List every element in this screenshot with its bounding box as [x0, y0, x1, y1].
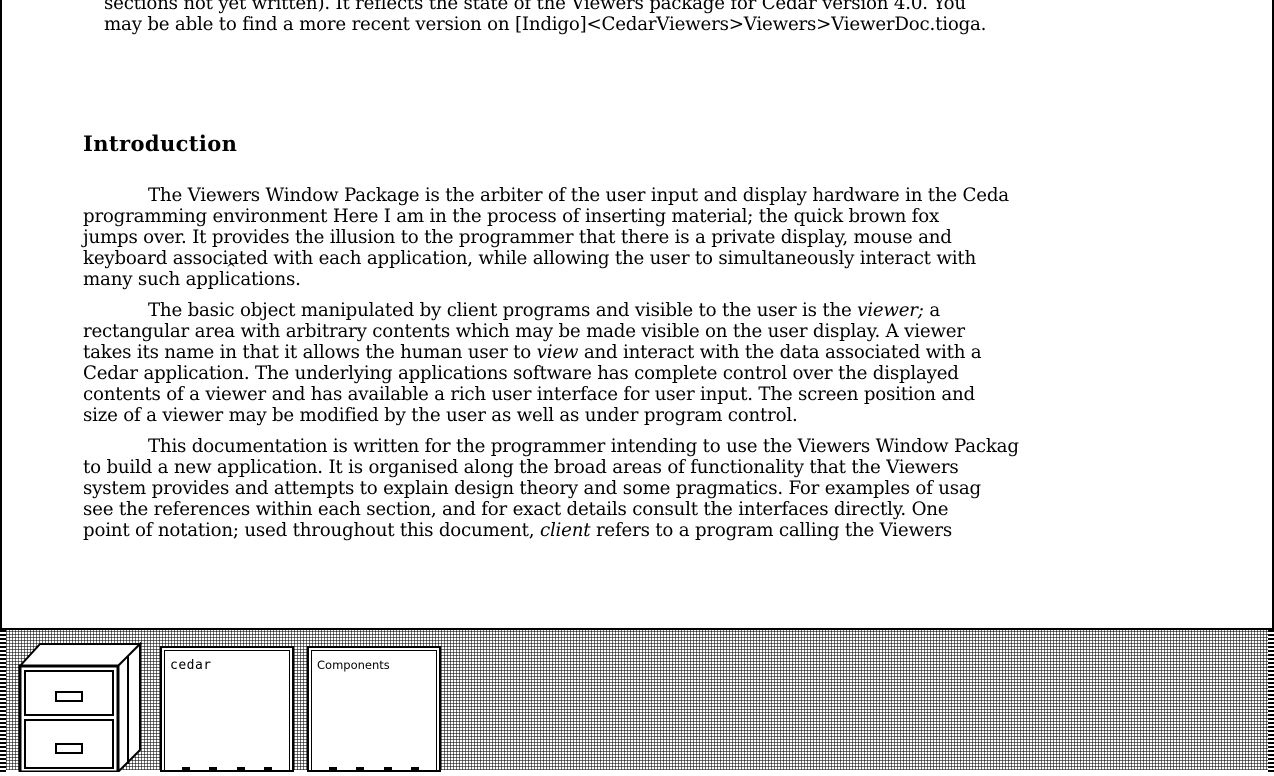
doc-line: The basic object manipulated by client p…: [148, 300, 940, 321]
tray-right-edge: [1268, 630, 1274, 772]
doc-line: point of notation; used throughout this …: [83, 520, 952, 541]
doc-line: see the references within each section, …: [83, 499, 949, 520]
doc-line: keyboard associated with each applicatio…: [83, 248, 976, 269]
doc-line: rectangular area with arbitrary contents…: [83, 321, 965, 342]
doc-line: size of a viewer may be modified by the …: [83, 405, 798, 426]
document-viewer[interactable]: sections not yet written). It reflects t…: [0, 0, 1274, 628]
cedar-icon[interactable]: cedar: [160, 646, 294, 772]
doc-line: contents of a viewer and has available a…: [83, 384, 975, 405]
doc-line: takes its name in that it allows the hum…: [83, 342, 982, 363]
doc-line: many such applications.: [83, 269, 301, 290]
icon-tray: cedar Components: [0, 628, 1274, 775]
doc-line: This documentation is written for the pr…: [148, 436, 1019, 457]
file-cabinet-icon[interactable]: [17, 641, 148, 775]
tray-left-edge: [0, 630, 6, 772]
section-heading: Introduction: [83, 131, 238, 156]
components-icon[interactable]: Components: [307, 646, 441, 772]
doc-line: system provides and attempts to explain …: [83, 478, 981, 499]
doc-line: sections not yet written). It reflects t…: [104, 0, 966, 14]
doc-line: programming environment Here I am in the…: [83, 206, 940, 227]
doc-line: jumps over. It provides the illusion to …: [83, 227, 952, 248]
caret-icon: ^: [226, 261, 237, 275]
doc-line: may be able to find a more recent versio…: [104, 14, 987, 35]
icon-label: Components: [317, 658, 390, 672]
doc-line: Cedar application. The underlying applic…: [83, 363, 959, 384]
doc-line: to build a new application. It is organi…: [83, 457, 959, 478]
doc-line: The Viewers Window Package is the arbite…: [148, 185, 1009, 206]
icon-label: cedar: [170, 658, 212, 673]
